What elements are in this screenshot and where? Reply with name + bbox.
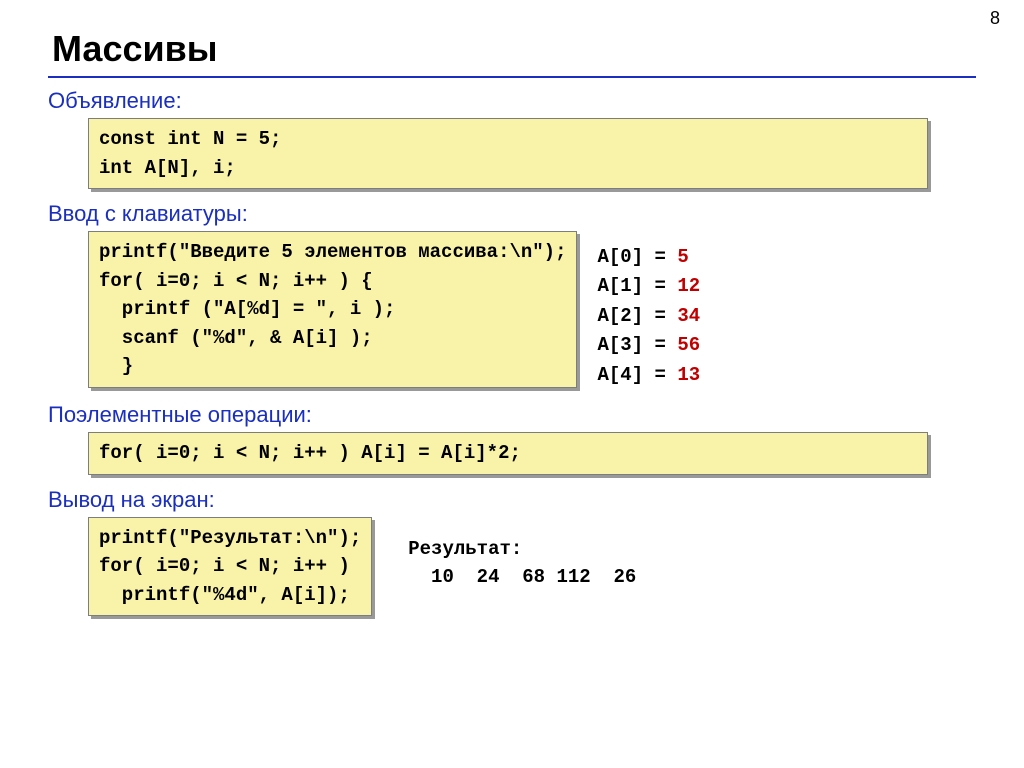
sample-idx: A[1] = (597, 275, 665, 297)
code-declaration: const int N = 5; int A[N], i; (88, 118, 928, 189)
section-ops-label: Поэлементные операции: (48, 402, 976, 428)
section-input-label: Ввод с клавиатуры: (48, 201, 976, 227)
sample-idx: A[0] = (597, 246, 665, 268)
code-ops: for( i=0; i < N; i++ ) A[i] = A[i]*2; (88, 432, 928, 475)
slide-title: Массивы (52, 28, 976, 70)
sample-val: 56 (677, 334, 700, 356)
section-declaration-label: Объявление: (48, 88, 976, 114)
title-divider (48, 76, 976, 78)
code-output: printf("Результат:\n"); for( i=0; i < N;… (88, 517, 372, 617)
code-input: printf("Введите 5 элементов массива:\n")… (88, 231, 577, 388)
section-output-label: Вывод на экран: (48, 487, 976, 513)
sample-idx: A[2] = (597, 305, 665, 327)
sample-idx: A[4] = (597, 364, 665, 386)
sample-idx: A[3] = (597, 334, 665, 356)
input-sample: A[0] = 5 A[1] = 12 A[2] = 34 A[3] = 56 A… (597, 243, 700, 390)
sample-val: 5 (677, 246, 688, 268)
sample-val: 12 (677, 275, 700, 297)
output-result: Результат: 10 24 68 112 26 (408, 535, 636, 592)
result-values: 10 24 68 112 26 (408, 566, 636, 588)
result-label: Результат: (408, 538, 522, 560)
sample-val: 13 (677, 364, 700, 386)
sample-val: 34 (677, 305, 700, 327)
page-number: 8 (990, 8, 1000, 29)
